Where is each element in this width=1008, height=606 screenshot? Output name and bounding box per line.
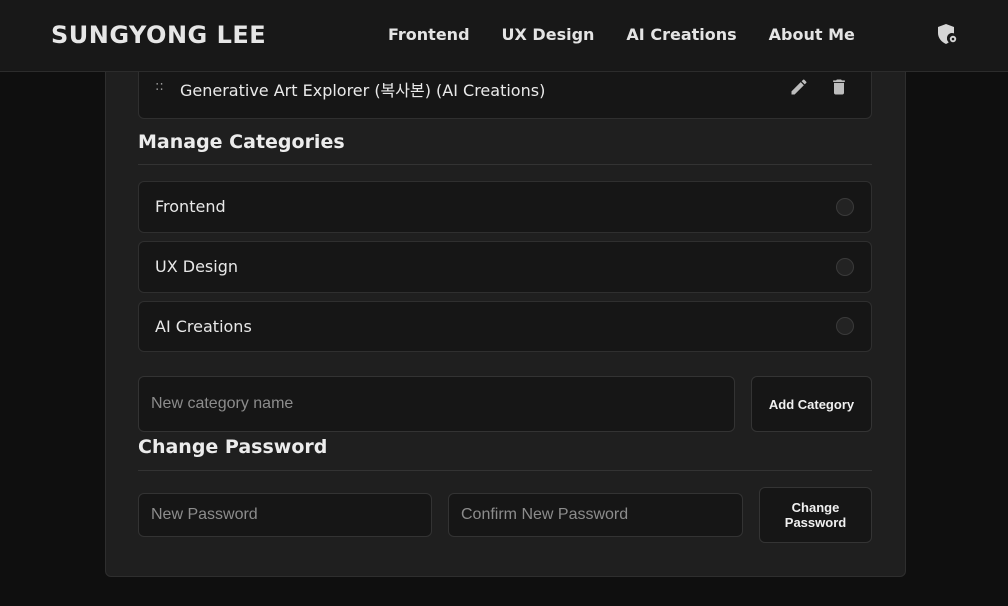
nav-link-ai-creations[interactable]: AI Creations [626,25,736,44]
section-divider [138,470,872,471]
category-label: Frontend [155,197,226,216]
category-item[interactable]: AI Creations [138,301,872,352]
nav-link-about-me[interactable]: About Me [769,25,855,44]
pencil-icon[interactable] [789,77,809,97]
change-password-heading: Change Password [138,436,328,458]
section-divider [138,164,872,165]
category-label: UX Design [155,257,238,276]
main-nav: Frontend UX Design AI Creations About Me [388,25,887,44]
new-category-input[interactable] [138,376,735,432]
category-delete-toggle[interactable] [836,198,854,216]
shield-lock-icon[interactable] [934,22,958,46]
trash-icon[interactable] [829,77,849,97]
nav-link-ux-design[interactable]: UX Design [502,25,595,44]
change-password-button[interactable]: Change Password [759,487,872,543]
category-item[interactable]: UX Design [138,241,872,293]
add-category-button[interactable]: Add Category [751,376,872,432]
brand-logo[interactable]: SUNGYONG LEE [51,21,266,49]
drag-handle-icon[interactable]: :: [155,79,164,94]
category-delete-toggle[interactable] [836,258,854,276]
new-password-input[interactable] [138,493,432,537]
category-delete-toggle[interactable] [836,317,854,335]
manage-categories-heading: Manage Categories [138,131,345,153]
top-navbar: SUNGYONG LEE Frontend UX Design AI Creat… [0,0,1008,72]
confirm-password-input[interactable] [448,493,743,537]
category-label: AI Creations [155,317,252,336]
nav-link-frontend[interactable]: Frontend [388,25,470,44]
project-title: Generative Art Explorer (복사본) (AI Creati… [180,81,546,100]
category-item[interactable]: Frontend [138,181,872,233]
